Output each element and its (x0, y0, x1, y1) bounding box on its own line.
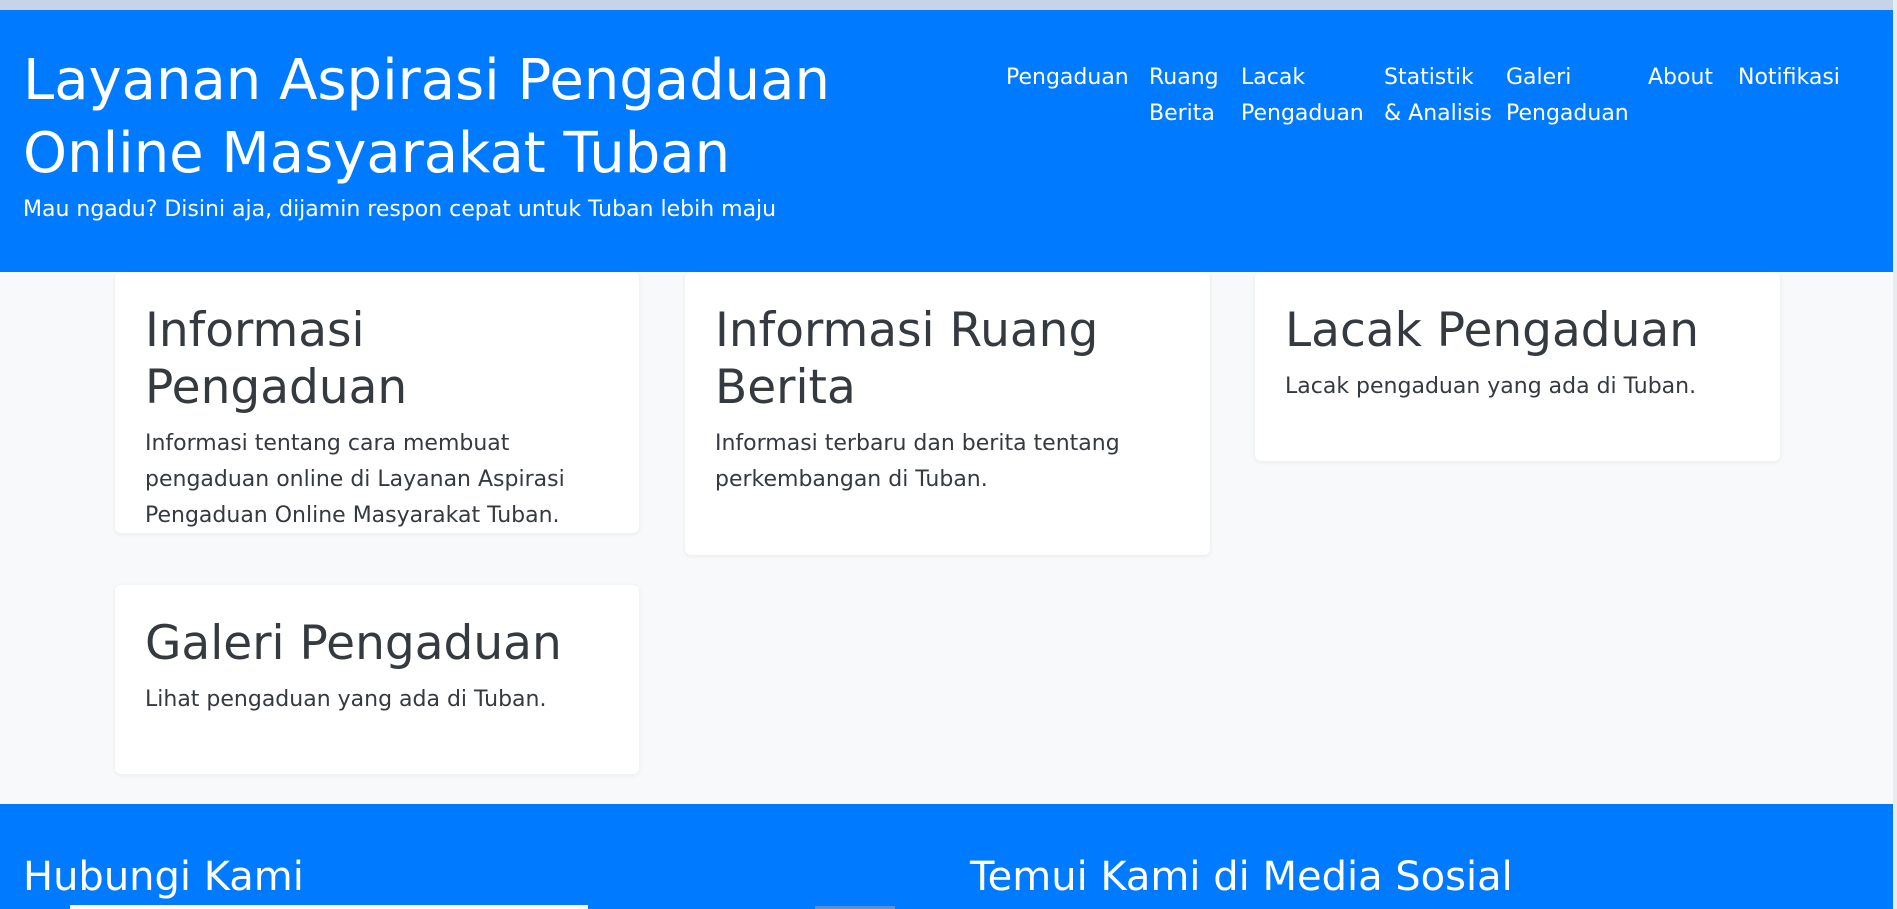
browser-top-strip (0, 0, 1897, 10)
footer-social-title: Temui Kami di Media Sosial (970, 854, 1513, 900)
card-title: Lacak Pengaduan (1285, 303, 1700, 358)
nav-item-about[interactable]: About (1648, 60, 1728, 96)
window-right-edge (1893, 0, 1897, 909)
card-informasi-ruang-berita[interactable]: Informasi Ruang Berita Informasi terbaru… (685, 272, 1210, 555)
nav-item-pengaduan[interactable]: Pengaduan (1006, 60, 1131, 96)
nav-item-statistik-analisis[interactable]: Statistik & Analisis (1384, 60, 1494, 132)
site-header: Layanan Aspirasi Pengaduan Online Masyar… (0, 10, 1893, 272)
site-footer: Hubungi Kami Temui Kami di Media Sosial (0, 804, 1893, 909)
site-tagline: Mau ngadu? Disini aja, dijamin respon ce… (23, 197, 777, 222)
nav-item-notifikasi[interactable]: Notifikasi (1738, 60, 1868, 96)
card-body: Informasi Pengaduan Informasi tentang ca… (145, 302, 609, 534)
card-body: Lacak Pengaduan Lacak pengaduan yang ada… (1285, 302, 1750, 405)
nav-item-lacak-pengaduan[interactable]: Lacak Pengaduan (1241, 60, 1371, 132)
nav-item-ruang-berita[interactable]: Ruang Berita (1149, 60, 1224, 132)
card-text: Lacak pengaduan yang ada di Tuban. (1285, 374, 1697, 399)
card-body: Galeri Pengaduan Lihat pengaduan yang ad… (145, 615, 609, 718)
card-text: Lihat pengaduan yang ada di Tuban. (145, 687, 547, 712)
footer-divider (70, 905, 588, 909)
card-title: Galeri Pengaduan (145, 616, 562, 671)
site-title: Layanan Aspirasi Pengaduan Online Masyar… (23, 48, 830, 186)
card-galeri-pengaduan[interactable]: Galeri Pengaduan Lihat pengaduan yang ad… (115, 585, 639, 774)
card-text: Informasi terbaru dan berita tentang per… (715, 431, 1120, 492)
card-title: Informasi Pengaduan (145, 303, 408, 415)
card-informasi-pengaduan[interactable]: Informasi Pengaduan Informasi tentang ca… (115, 272, 639, 533)
card-body: Informasi Ruang Berita Informasi terbaru… (715, 302, 1180, 498)
nav-item-galeri-pengaduan[interactable]: Galeri Pengaduan (1506, 60, 1636, 132)
footer-contact-title: Hubungi Kami (23, 854, 304, 900)
card-text: Informasi tentang cara membuat pengaduan… (145, 431, 565, 528)
card-title: Informasi Ruang Berita (715, 303, 1099, 415)
card-lacak-pengaduan[interactable]: Lacak Pengaduan Lacak pengaduan yang ada… (1255, 272, 1780, 461)
